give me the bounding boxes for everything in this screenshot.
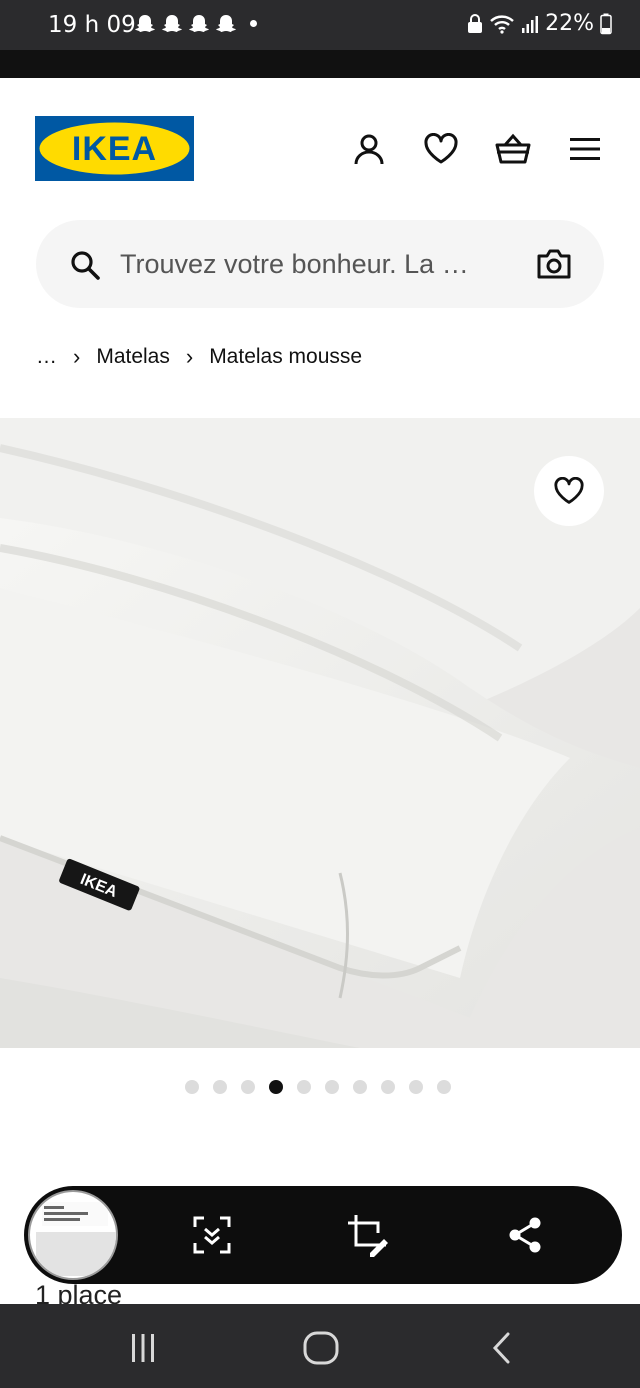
status-time: 19 h 09 — [48, 12, 136, 38]
lock-icon — [467, 13, 483, 34]
snapchat-ghost-icon — [135, 15, 155, 32]
status-right: 22% — [467, 11, 612, 36]
share-icon[interactable] — [501, 1211, 549, 1259]
site-header: IKEA — [0, 78, 640, 218]
snapchat-ghost-icon — [216, 15, 236, 32]
navigation-bar — [0, 1304, 640, 1388]
search-input[interactable] — [120, 246, 500, 282]
carousel-dot[interactable] — [381, 1080, 395, 1094]
recent-apps-icon[interactable] — [123, 1328, 163, 1368]
carousel-indicator — [185, 1080, 451, 1094]
carousel-dot[interactable] — [185, 1080, 199, 1094]
back-icon[interactable] — [481, 1328, 521, 1368]
account-icon[interactable] — [350, 130, 388, 168]
carousel-dot[interactable] — [437, 1080, 451, 1094]
product-image[interactable]: IKEA — [0, 418, 640, 1048]
breadcrumb: … › Matelas › Matelas mousse — [36, 345, 362, 369]
search-icon[interactable] — [70, 250, 100, 285]
carousel-dot[interactable] — [353, 1080, 367, 1094]
wifi-icon — [489, 14, 515, 34]
notification-icons — [134, 14, 237, 34]
breadcrumb-item-matelas[interactable]: Matelas — [96, 345, 170, 369]
status-bar: 19 h 09 22% — [0, 0, 640, 50]
heart-icon[interactable] — [422, 130, 460, 168]
camera-icon[interactable] — [536, 248, 572, 285]
ikea-logo[interactable]: IKEA — [35, 116, 194, 181]
snapchat-ghost-icon — [189, 15, 209, 32]
carousel-dot[interactable] — [409, 1080, 423, 1094]
thumbnail-mattress — [36, 1232, 116, 1276]
search-bar — [36, 220, 604, 308]
screenshot-thumbnail[interactable] — [28, 1190, 118, 1280]
carousel-dot[interactable] — [241, 1080, 255, 1094]
basket-icon[interactable] — [494, 130, 532, 168]
carousel-dot-active[interactable] — [269, 1080, 283, 1094]
browser-strip — [0, 50, 640, 78]
signal-icon — [521, 14, 539, 34]
logo-text: IKEA — [72, 130, 157, 168]
carousel-dot[interactable] — [213, 1080, 227, 1094]
dot-icon — [250, 20, 257, 27]
header-actions — [350, 130, 604, 168]
chevron-right-icon: › — [185, 344, 194, 369]
breadcrumb-item-ellipsis[interactable]: … — [36, 345, 57, 369]
screenshot-toolbar — [24, 1186, 622, 1284]
breadcrumb-item-matelas-mousse[interactable]: Matelas mousse — [209, 345, 362, 369]
carousel-dot[interactable] — [325, 1080, 339, 1094]
heart-icon — [554, 477, 584, 504]
scroll-capture-icon[interactable] — [188, 1211, 236, 1259]
home-icon[interactable] — [301, 1328, 341, 1368]
crop-edit-icon[interactable] — [344, 1211, 392, 1259]
battery-icon — [600, 13, 612, 35]
snapchat-ghost-icon — [162, 15, 182, 32]
chevron-right-icon: › — [73, 344, 81, 369]
carousel-dot[interactable] — [297, 1080, 311, 1094]
battery-percentage: 22% — [545, 11, 594, 36]
menu-icon[interactable] — [566, 130, 604, 168]
add-to-favorites-button[interactable] — [534, 456, 604, 526]
